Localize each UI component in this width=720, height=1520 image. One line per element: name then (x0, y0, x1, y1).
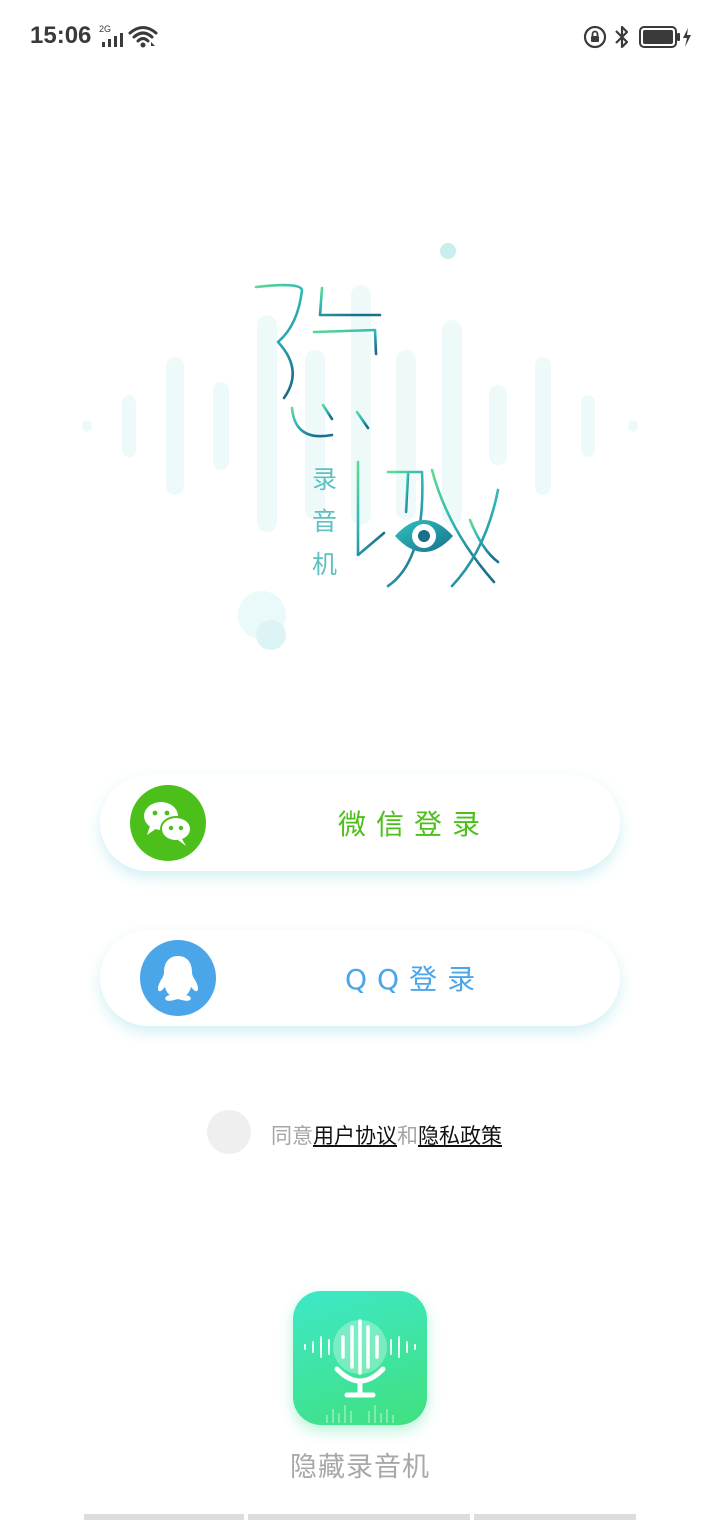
signal-icon (102, 33, 123, 47)
bubble-decoration (440, 243, 456, 259)
qq-penguin-icon (157, 956, 199, 1001)
wechat-icon-badge (130, 785, 206, 861)
status-bar: 15:06 2G (0, 0, 720, 76)
status-time: 15:06 (30, 22, 92, 49)
agreement-checkbox[interactable] (207, 1110, 251, 1154)
battery-charging-icon (639, 26, 691, 48)
agreement-text: 同意用户协议和隐私政策 (271, 1120, 502, 1150)
rotation-lock-icon (583, 25, 607, 49)
agreement-prefix: 同意 (271, 1124, 313, 1148)
logo-subtitle: 录 音 机 (312, 465, 337, 579)
bottom-indicator (248, 1514, 470, 1520)
wechat-login-label: 微信登录 (338, 808, 491, 841)
bubble-decoration (256, 620, 286, 650)
logo-subtitle-char: 录 (312, 465, 337, 494)
wechat-icon (144, 802, 192, 846)
agreement-conjunction: 和 (397, 1124, 418, 1148)
logo-subtitle-char: 音 (312, 507, 337, 536)
logo-subtitle-char: 机 (312, 550, 337, 579)
login-screen: 15:06 2G 录 音 机 微信登录 QQ登录 同意用户协议和隐私政策 隐藏录… (0, 0, 720, 1520)
user-agreement-link[interactable]: 用户协议 (313, 1124, 397, 1148)
eye-icon (395, 520, 453, 552)
qq-icon-badge (140, 940, 216, 1016)
bluetooth-icon (615, 25, 629, 49)
wifi-icon (128, 26, 158, 48)
waveform-bars-decoration (82, 285, 638, 532)
bottom-indicator (474, 1514, 636, 1520)
app-name: 隐藏录音机 (290, 1452, 430, 1483)
qq-login-label: QQ登录 (345, 963, 486, 996)
app-logo: 录 音 机 (70, 230, 650, 670)
app-icon (293, 1291, 427, 1425)
logo-title-char-2-art (356, 426, 500, 588)
wechat-login-button[interactable]: 微信登录 (100, 775, 620, 871)
logo-artwork: 录 音 机 (82, 243, 638, 650)
microphone-icon (304, 1319, 416, 1423)
bottom-indicator (84, 1514, 244, 1520)
privacy-policy-link[interactable]: 隐私政策 (418, 1124, 502, 1148)
qq-login-button[interactable]: QQ登录 (100, 930, 620, 1026)
